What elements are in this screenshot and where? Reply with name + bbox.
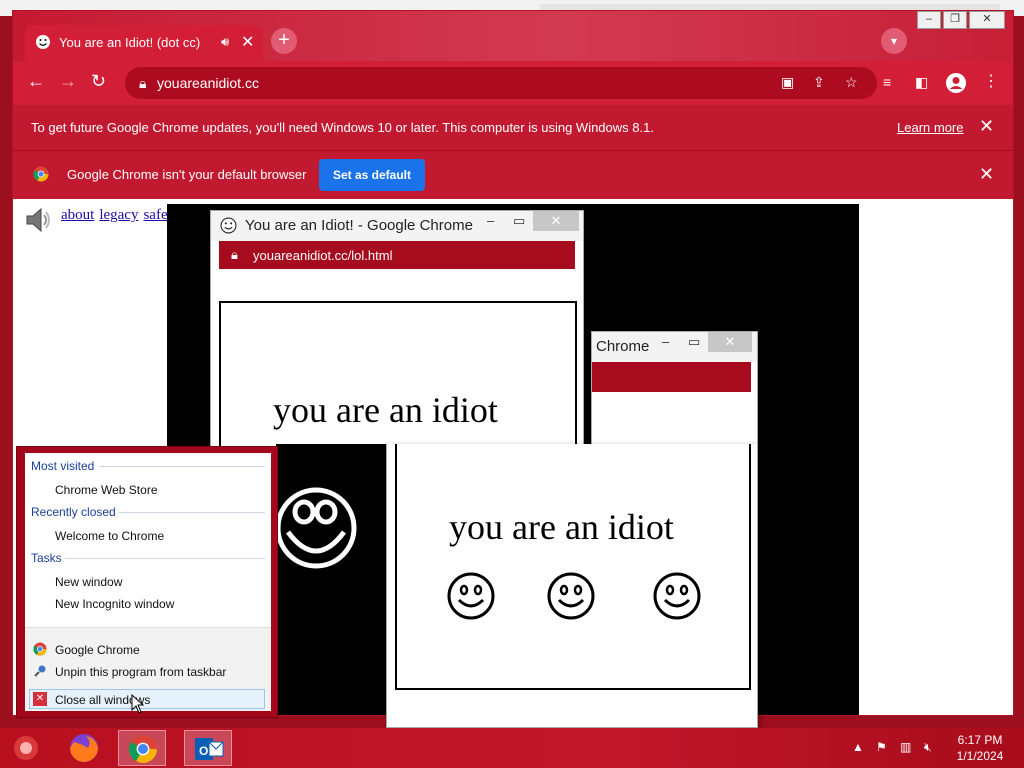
black-smiley-panel xyxy=(276,444,390,710)
reload-icon[interactable]: ↻ xyxy=(91,71,106,92)
tray-expand-icon[interactable]: ▲ xyxy=(852,740,864,754)
lock-icon: 🔒︎ xyxy=(231,247,238,262)
svg-text:O: O xyxy=(199,744,208,758)
taskbar-outlook[interactable]: O xyxy=(184,730,232,766)
side-panel-icon[interactable]: ◧ xyxy=(915,74,928,91)
chrome-logo-icon xyxy=(129,735,157,763)
clock-time: 6:17 PM xyxy=(957,733,1003,747)
popup-2-maximize[interactable]: ▭ xyxy=(688,334,700,350)
menu-kebab-icon[interactable]: ⋮ xyxy=(983,71,999,91)
update-infobar: To get future Google Chrome updates, you… xyxy=(13,105,1013,151)
jump-item-unpin[interactable]: Unpin this program from taskbar xyxy=(55,665,226,679)
popup-1-url: youareanidiot.cc/lol.html xyxy=(253,248,393,263)
close-window-button[interactable]: ✕ xyxy=(969,11,1005,29)
taskbar-chrome[interactable] xyxy=(118,730,166,766)
jump-item-welcome[interactable]: Welcome to Chrome xyxy=(55,529,164,543)
popup-2-title: Chrome xyxy=(596,338,650,355)
smiley-icon xyxy=(220,217,237,234)
cast-icon[interactable]: ▣ xyxy=(781,74,794,91)
bookmark-star-icon[interactable]: ☆ xyxy=(845,74,858,91)
tab-title: You are an Idiot! (dot cc) xyxy=(59,35,201,50)
tab-search-button[interactable]: ▾ xyxy=(881,28,907,54)
popup-window-1: You are an Idiot! - Google Chrome – ▭ ✕ … xyxy=(210,210,584,450)
tab-close-icon[interactable]: ✕ xyxy=(241,32,254,52)
jump-item-web-store[interactable]: Chrome Web Store xyxy=(55,483,158,497)
jump-item-new-incognito[interactable]: New Incognito window xyxy=(55,597,174,611)
most-visited-header: Most visited xyxy=(31,459,95,473)
popup-1-minimize[interactable]: – xyxy=(487,213,494,228)
jump-item-google-chrome[interactable]: Google Chrome xyxy=(55,643,140,657)
popup-2-close[interactable]: ✕ xyxy=(708,332,752,352)
speaker-image-icon[interactable] xyxy=(23,205,53,235)
clock-date: 1/1/2024 xyxy=(956,749,1004,763)
link-legacy[interactable]: legacy xyxy=(99,207,138,223)
unpin-icon xyxy=(34,665,46,677)
firefox-icon xyxy=(70,734,98,762)
link-safe[interactable]: safe xyxy=(143,207,167,223)
profile-avatar-icon[interactable] xyxy=(945,72,967,94)
popup-2-titlebar[interactable]: Chrome – ▭ ✕ xyxy=(592,332,757,362)
page-links: about legacy safe xyxy=(61,207,173,224)
taskbar-clock[interactable]: 6:17 PM 1/1/2024 xyxy=(950,732,1010,764)
start-button[interactable] xyxy=(4,730,52,766)
popup-window-2: Chrome – ▭ ✕ xyxy=(591,331,758,451)
popup-window-3: you are an idiot xyxy=(386,444,758,728)
smiley-icon xyxy=(547,572,595,620)
taskbar-jump-list: Most visited Chrome Web Store Recently c… xyxy=(16,446,278,718)
link-about[interactable]: about xyxy=(61,207,94,223)
popup-3-frame: you are an idiot xyxy=(395,444,751,690)
address-url: youareanidiot.cc xyxy=(157,75,259,91)
action-center-icon[interactable]: ⚑ xyxy=(876,740,887,754)
start-orb-icon xyxy=(14,736,38,760)
set-as-default-button[interactable]: Set as default xyxy=(319,159,425,191)
jump-list-panel: Most visited Chrome Web Store Recently c… xyxy=(25,453,271,711)
popup-3-text: you are an idiot xyxy=(449,507,674,547)
default-bar-close-icon[interactable]: ✕ xyxy=(979,164,994,185)
share-icon[interactable]: ⇪ xyxy=(813,74,825,91)
popup-2-minimize[interactable]: – xyxy=(662,334,669,349)
tasks-header: Tasks xyxy=(31,551,62,565)
chrome-logo-icon xyxy=(33,642,47,656)
network-icon[interactable]: ▥ xyxy=(900,740,911,754)
recently-closed-header: Recently closed xyxy=(31,505,116,519)
popup-1-close[interactable]: ✕ xyxy=(533,211,579,231)
popup-1-title: You are an Idiot! - Google Chrome xyxy=(245,217,473,234)
minimize-button[interactable]: – xyxy=(917,11,941,29)
address-bar[interactable]: 🔒︎ youareanidiot.cc ▣ ⇪ ☆ xyxy=(125,67,877,99)
maximize-button[interactable]: ❐ xyxy=(943,11,967,29)
popup-1-maximize[interactable]: ▭ xyxy=(513,213,525,229)
close-icon: ✕ xyxy=(33,692,47,706)
back-icon[interactable]: ← xyxy=(27,71,45,92)
tab-strip: You are an Idiot! (dot cc) 🔊︎ ✕ + ▾ – ❐ … xyxy=(13,11,1013,61)
white-smiley-icon xyxy=(278,487,357,569)
taskbar-firefox[interactable] xyxy=(60,730,108,766)
popup-1-titlebar[interactable]: You are an Idiot! - Google Chrome – ▭ ✕ xyxy=(211,211,583,241)
default-browser-infobar: Google Chrome isn't your default browser… xyxy=(13,151,1013,199)
forward-icon[interactable]: → xyxy=(59,71,77,92)
default-browser-message: Google Chrome isn't your default browser xyxy=(67,167,307,182)
lock-icon: 🔒︎ xyxy=(139,75,147,91)
smiley-favicon-icon xyxy=(36,35,50,49)
infobar-close-icon[interactable]: ✕ xyxy=(979,116,994,137)
chrome-logo-icon xyxy=(33,166,49,182)
reading-list-icon[interactable]: ≡ xyxy=(883,74,891,90)
speaker-icon[interactable]: 🔊︎ xyxy=(221,34,229,50)
jump-item-new-window[interactable]: New window xyxy=(55,575,122,589)
taskbar: O ▲ ⚑ ▥ 🔇︎ 6:17 PM 1/1/2024 xyxy=(0,728,1024,768)
popup-1-address: 🔒︎ youareanidiot.cc/lol.html xyxy=(219,241,575,269)
volume-muted-icon[interactable]: 🔇︎ xyxy=(924,740,932,755)
smiley-icon xyxy=(653,572,701,620)
learn-more-link[interactable]: Learn more xyxy=(897,120,963,135)
popup-1-text: you are an idiot xyxy=(273,390,498,430)
tab-active[interactable]: You are an Idiot! (dot cc) 🔊︎ ✕ xyxy=(25,25,263,61)
toolbar: ← → ↻ 🔒︎ youareanidiot.cc ▣ ⇪ ☆ ≡ ◧ ⋮ xyxy=(13,61,1013,105)
smiley-icon xyxy=(447,572,495,620)
new-tab-button[interactable]: + xyxy=(271,28,297,54)
update-message: To get future Google Chrome updates, you… xyxy=(31,120,654,135)
popup-1-frame: you are an idiot xyxy=(219,301,577,449)
mouse-cursor-icon xyxy=(131,694,145,714)
popup-2-address xyxy=(592,362,751,392)
outlook-icon: O xyxy=(195,738,224,760)
